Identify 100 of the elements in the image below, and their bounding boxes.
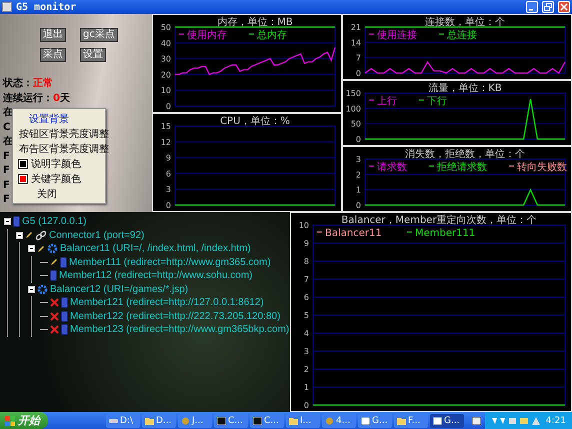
restore-icon <box>544 3 552 11</box>
menu-item[interactable]: 按钮区背景亮度调整 <box>19 126 109 140</box>
tick-label: 2 <box>356 170 361 180</box>
chart-title: Balancer，Member重定向次数，单位：个 <box>341 215 537 226</box>
window-title: G5 monitor <box>16 2 78 12</box>
taskbar-button[interactable]: G... <box>430 414 464 428</box>
taskbar-button[interactable]: G... <box>358 414 392 428</box>
legend-label: Member111 <box>415 228 476 239</box>
tick-label: 8 <box>304 257 309 266</box>
chain-icon <box>35 230 47 241</box>
tick-label: 50 <box>160 23 171 32</box>
close-icon <box>560 3 568 11</box>
tree-node-label[interactable]: Connector1 (port=92) <box>49 230 144 241</box>
legend-label: 下行 <box>427 96 447 107</box>
window-icon <box>361 416 370 424</box>
status-label: F <box>3 194 10 205</box>
chart-title: 消失数，拒绝数，单位：个 <box>405 149 525 160</box>
tick-label: 1 <box>304 383 309 392</box>
tick-label: 6 <box>304 293 309 302</box>
clock: 4:21 <box>546 416 566 426</box>
folder-icon <box>289 416 298 424</box>
gear-icon <box>47 243 58 254</box>
legend-label: Balancer11 <box>325 228 382 239</box>
tick-label: 21 <box>350 23 361 32</box>
tick-label: 14 <box>350 38 361 48</box>
panel-button[interactable]: gc采点 <box>80 28 118 42</box>
taskbar-button[interactable]: I... <box>286 414 320 428</box>
console-icon <box>217 416 226 424</box>
tree-node-label[interactable]: Member121 (redirect=http://127.0.0.1:8612) <box>70 297 264 308</box>
taskbar-button[interactable]: D:\ <box>106 414 140 428</box>
tick-label: 3 <box>166 185 171 194</box>
tick-label: 0 <box>356 69 361 78</box>
tree-node-label[interactable]: Member122 (redirect=http://222.73.205.120:80) <box>70 310 280 322</box>
status-value: 0 <box>53 92 60 104</box>
tick-label: 50 <box>350 120 361 129</box>
tick-label: 0 <box>356 135 361 144</box>
status-unit: 天 <box>60 92 70 104</box>
tick-label: 40 <box>160 38 171 48</box>
block-icon <box>50 270 57 282</box>
menu-item[interactable]: 关闭 <box>37 186 57 200</box>
taskbar-button[interactable]: 4... <box>322 414 356 428</box>
legend-label: 总内存 <box>257 30 287 41</box>
block-icon <box>61 324 68 336</box>
collapse-icon[interactable] <box>4 218 11 226</box>
menu-item[interactable]: 布告区背景亮度调整 <box>19 142 109 156</box>
status-label: F <box>3 150 10 162</box>
block-icon <box>61 310 68 322</box>
tick-label: 4 <box>304 329 309 338</box>
status-label: C <box>3 122 10 132</box>
taskbar-button[interactable]: C... <box>250 414 284 428</box>
menu-item[interactable]: 说明字颜色 <box>31 156 81 170</box>
taskbar-button[interactable]: C... <box>214 414 248 428</box>
collapse-icon[interactable] <box>16 232 23 239</box>
tick-label: 2 <box>304 365 309 374</box>
tree-node-label[interactable]: Balancer11 (URI=/, /index.html, /index.htm) <box>60 243 251 254</box>
tick-label: 0 <box>166 201 171 210</box>
block-icon <box>13 216 20 228</box>
status-label: F <box>3 180 10 190</box>
legend-label: 使用连接 <box>377 30 417 41</box>
tick-label: 6 <box>166 169 171 178</box>
chart-title: CPU，单位：% <box>220 116 290 127</box>
tree-node-label[interactable]: Member112 (redirect=http://www.sohu.com) <box>59 270 253 282</box>
legend-label: 拒绝请求数 <box>437 162 487 173</box>
status-value: 正常 <box>33 78 53 89</box>
menu-item[interactable]: 关键字颜色 <box>31 172 81 186</box>
cross-icon <box>50 325 59 334</box>
tick-label: 3 <box>304 347 309 356</box>
tree-node-label[interactable]: Member111 (redirect=http://www.gm365.com) <box>69 256 271 268</box>
tick-label: 7 <box>304 275 309 284</box>
taskbar-button[interactable]: D... <box>142 414 176 428</box>
status-label: 状态： <box>3 78 33 89</box>
taskbar-button[interactable]: F... <box>394 414 428 428</box>
folder-icon <box>145 416 154 424</box>
chart-title: 连接数，单位：个 <box>425 17 505 28</box>
taskbar-button[interactable]: J... <box>178 414 212 428</box>
legend-label: 上行 <box>377 96 397 107</box>
status-label: 在 <box>3 136 13 147</box>
show-desktop-icon[interactable] <box>472 416 481 424</box>
tree-node-label[interactable]: Member123 (redirect=http://www.gm365bkp.com) <box>70 324 290 336</box>
minimize-button[interactable] <box>526 1 538 13</box>
block-icon <box>60 256 67 268</box>
collapse-icon[interactable] <box>28 286 35 293</box>
restore-button[interactable] <box>542 1 554 13</box>
cross-icon <box>50 312 59 321</box>
close-button[interactable] <box>558 1 570 13</box>
tray-icons-drawing[interactable] <box>490 416 543 426</box>
window-icon <box>433 416 442 424</box>
app-icon <box>2 2 12 12</box>
tree-node-label[interactable]: G5 (127.0.0.1) <box>22 216 86 228</box>
panel-button[interactable]: 退出 <box>40 28 66 42</box>
status-label: 在 <box>3 107 13 118</box>
tick-label: 20 <box>160 70 171 80</box>
tree-node-label[interactable]: Balancer12 (URI=/games/*.jsp) <box>50 284 188 295</box>
app-icon <box>325 416 334 424</box>
collapse-icon[interactable] <box>28 245 35 252</box>
menu-item[interactable]: 设置背景 <box>29 112 69 126</box>
panel-button[interactable]: 设置 <box>80 48 106 62</box>
panel-button[interactable]: 采点 <box>40 48 66 62</box>
tick-label: 12 <box>160 138 171 147</box>
tick-label: 100 <box>346 104 361 114</box>
